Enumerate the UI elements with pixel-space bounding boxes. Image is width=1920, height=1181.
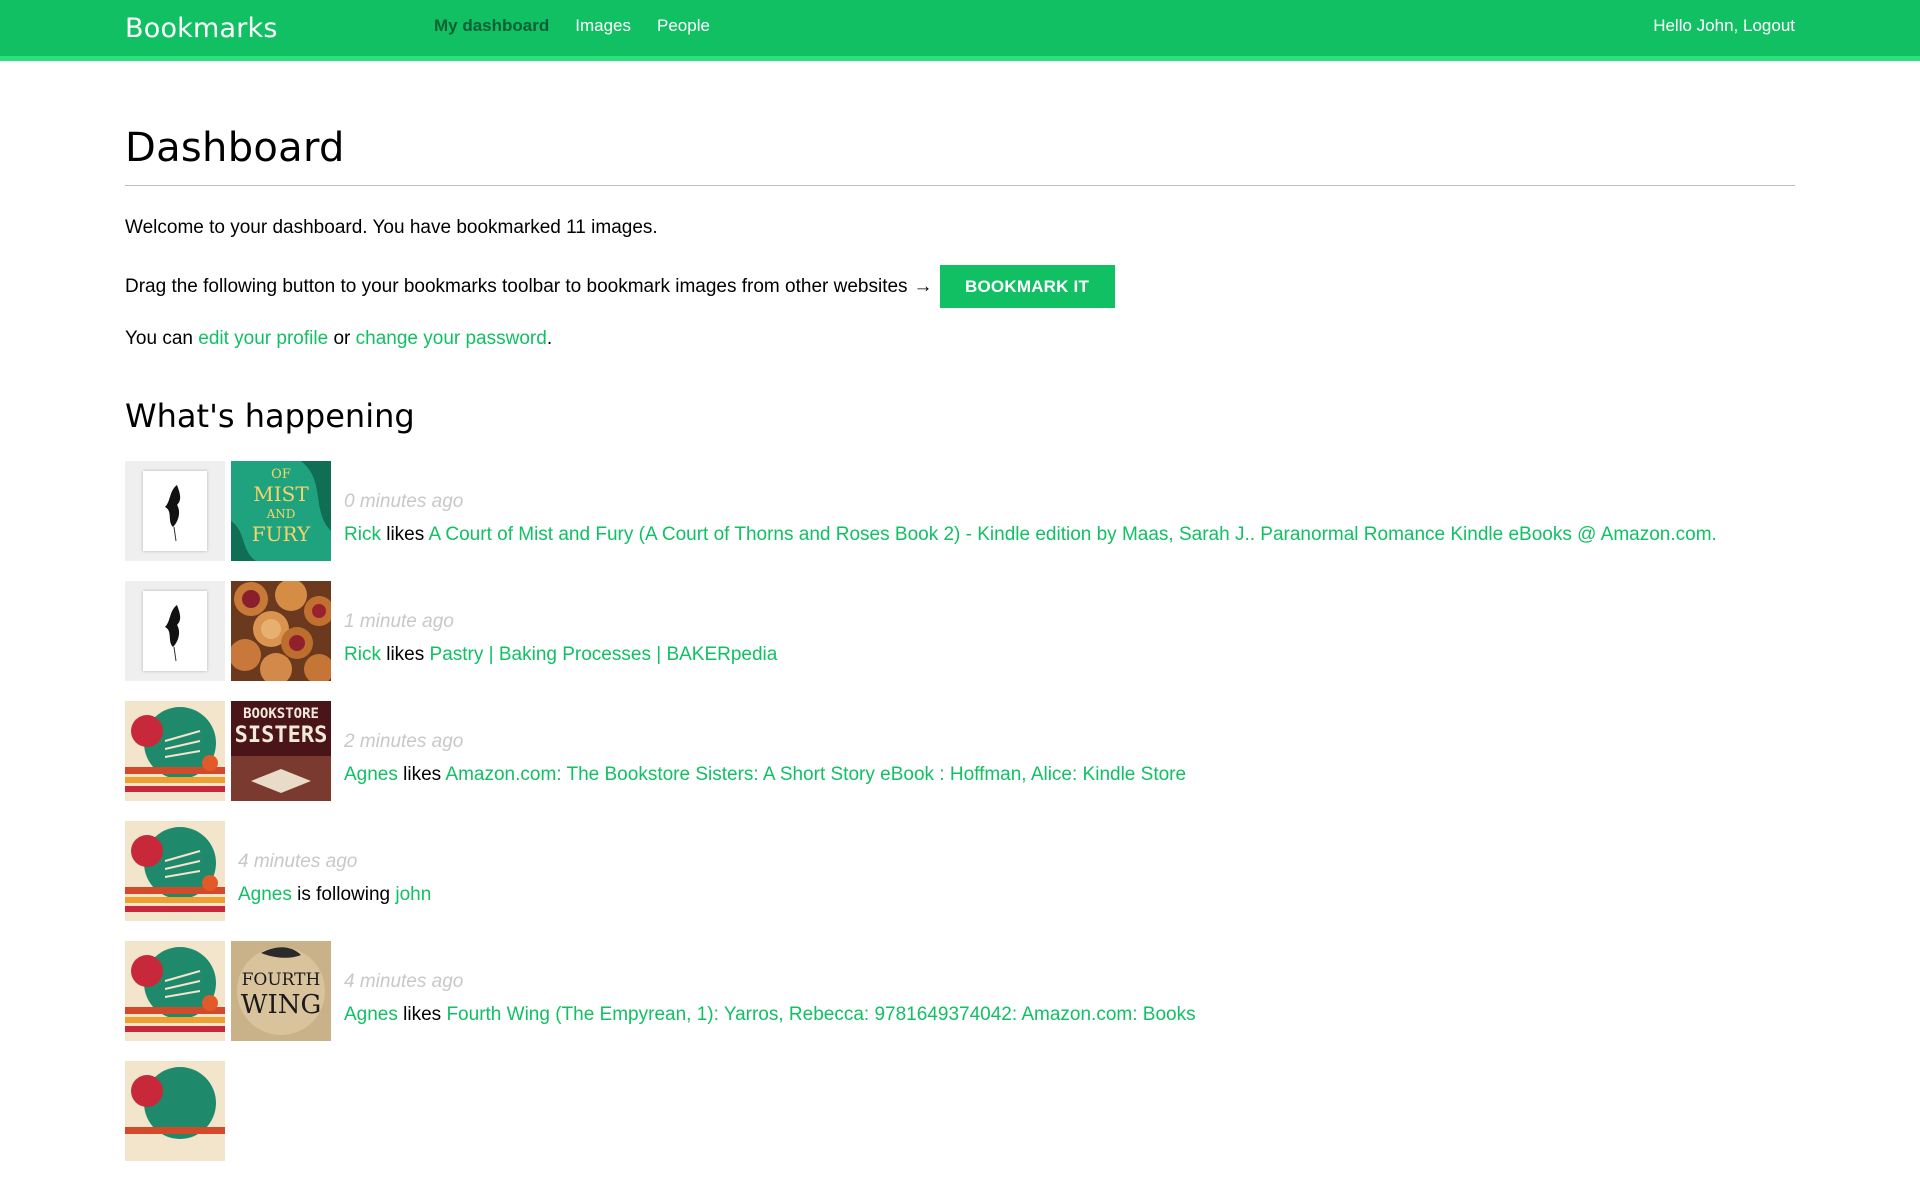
cover-text-wing: WING — [241, 990, 322, 1020]
framed-sketch-avatar-image — [125, 581, 225, 681]
title-divider — [125, 185, 1795, 186]
activity-item: 1 minute ago Rick likes Pastry | Baking … — [125, 581, 1795, 701]
nav-my-dashboard[interactable]: My dashboard — [434, 16, 549, 36]
book-cover-bookstore-sisters-image: BOOKSTORE SISTERS — [231, 701, 331, 801]
cover-text-bookstore: BOOKSTORE — [243, 706, 319, 722]
activity-target-link[interactable]: john — [395, 884, 431, 905]
user-avatar[interactable] — [125, 461, 225, 561]
pastry-photo-image — [231, 581, 331, 681]
activity-info: 0 minutes ago Rick likes A Court of Mist… — [344, 491, 1717, 546]
welcome-text: Welcome to your dashboard. You have book… — [125, 217, 658, 238]
activity-user-link[interactable]: Rick — [344, 644, 381, 665]
cover-text-fury: FURY — [252, 522, 311, 546]
period-text: . — [546, 328, 553, 349]
activity-verb: likes — [403, 1004, 442, 1025]
edit-profile-link[interactable]: edit your profile — [198, 328, 328, 349]
activity-time: 4 minutes ago — [344, 971, 464, 992]
logout-link[interactable]: Logout — [1743, 16, 1795, 35]
activity-info: 4 minutes ago Agnes is following john — [238, 851, 431, 906]
main-nav: My dashboard Images People — [434, 16, 710, 36]
retro-poster-avatar-image — [125, 941, 225, 1041]
activity-info: 4 minutes ago Agnes likes Fourth Wing (T… — [344, 971, 1196, 1026]
activity-user-link[interactable]: Agnes — [238, 884, 292, 905]
activity-time: 2 minutes ago — [344, 731, 464, 752]
activity-item — [125, 1061, 1795, 1181]
or-text: or — [333, 328, 351, 349]
cover-text-mist: MIST — [253, 482, 309, 506]
drag-instruction: Drag the following button to your bookma… — [125, 275, 908, 297]
activity-item: FOURTH WING 4 minutes ago Agnes likes Fo… — [125, 941, 1795, 1061]
activity-target-link[interactable]: A Court of Mist and Fury (A Court of Tho… — [428, 524, 1716, 545]
user-avatar[interactable] — [125, 581, 225, 681]
activity-item: 4 minutes ago Agnes is following john — [125, 821, 1795, 941]
activity-verb: likes — [403, 764, 442, 785]
user-avatar[interactable] — [125, 1061, 225, 1161]
retro-poster-avatar-image — [125, 701, 225, 801]
cover-text-of: OF — [271, 467, 291, 482]
activity-time: 4 minutes ago — [238, 851, 358, 872]
activity-verb: likes — [386, 524, 425, 545]
activity-verb: is following — [297, 884, 391, 905]
arrow-right-icon: → — [913, 275, 933, 297]
activity-item: BOOKSTORE SISTERS 2 minutes ago Agnes li… — [125, 701, 1795, 821]
greeting-text: Hello John, — [1653, 16, 1739, 35]
target-image[interactable]: BOOKSTORE SISTERS — [231, 701, 331, 801]
nav-images[interactable]: Images — [575, 16, 631, 36]
activity-user-link[interactable]: Rick — [344, 524, 381, 545]
activity-time: 1 minute ago — [344, 611, 454, 632]
book-cover-fourth-wing-image: FOURTH WING — [231, 941, 331, 1041]
framed-sketch-avatar-image — [125, 461, 225, 561]
book-cover-mist-fury-image: OF MIST AND FURY — [231, 461, 331, 561]
user-area: Hello John, Logout — [1653, 16, 1795, 36]
cover-text-fourth: FOURTH — [242, 970, 321, 990]
activity-feed: OF MIST AND FURY 0 minutes ago Rick like… — [125, 461, 1795, 1181]
target-image[interactable] — [231, 581, 331, 681]
nav-people[interactable]: People — [657, 16, 710, 36]
page-title: Dashboard — [125, 125, 345, 171]
user-avatar[interactable] — [125, 941, 225, 1041]
target-image[interactable]: OF MIST AND FURY — [231, 461, 331, 561]
top-navbar: Bookmarks My dashboard Images People Hel… — [0, 0, 1920, 61]
activity-time: 0 minutes ago — [344, 491, 464, 512]
activity-target-link[interactable]: Amazon.com: The Bookstore Sisters: A Sho… — [445, 764, 1186, 785]
user-avatar[interactable] — [125, 701, 225, 801]
bookmarklet-row: Drag the following button to your bookma… — [125, 265, 1115, 308]
cover-text-and: AND — [266, 507, 296, 521]
retro-poster-avatar-image — [125, 821, 225, 921]
profile-links-text: You can edit your profile or change your… — [125, 328, 552, 350]
activity-item: OF MIST AND FURY 0 minutes ago Rick like… — [125, 461, 1795, 581]
activity-verb: likes — [386, 644, 425, 665]
change-password-link[interactable]: change your password — [356, 328, 547, 349]
bookmark-it-button[interactable]: BOOKMARK IT — [939, 265, 1115, 308]
activity-target-link[interactable]: Fourth Wing (The Empyrean, 1): Yarros, R… — [446, 1004, 1195, 1025]
cover-text-sisters: SISTERS — [235, 723, 328, 748]
target-image[interactable]: FOURTH WING — [231, 941, 331, 1041]
activity-target-link[interactable]: Pastry | Baking Processes | BAKERpedia — [430, 644, 778, 665]
activity-info: 1 minute ago Rick likes Pastry | Baking … — [344, 611, 777, 666]
user-avatar[interactable] — [125, 821, 225, 921]
profile-prefix: You can — [125, 328, 193, 349]
site-logo[interactable]: Bookmarks — [125, 13, 278, 44]
activity-user-link[interactable]: Agnes — [344, 1004, 398, 1025]
activity-info: 2 minutes ago Agnes likes Amazon.com: Th… — [344, 731, 1186, 786]
retro-poster-avatar-image — [125, 1061, 225, 1161]
activity-user-link[interactable]: Agnes — [344, 764, 398, 785]
whats-happening-heading: What's happening — [125, 397, 415, 435]
